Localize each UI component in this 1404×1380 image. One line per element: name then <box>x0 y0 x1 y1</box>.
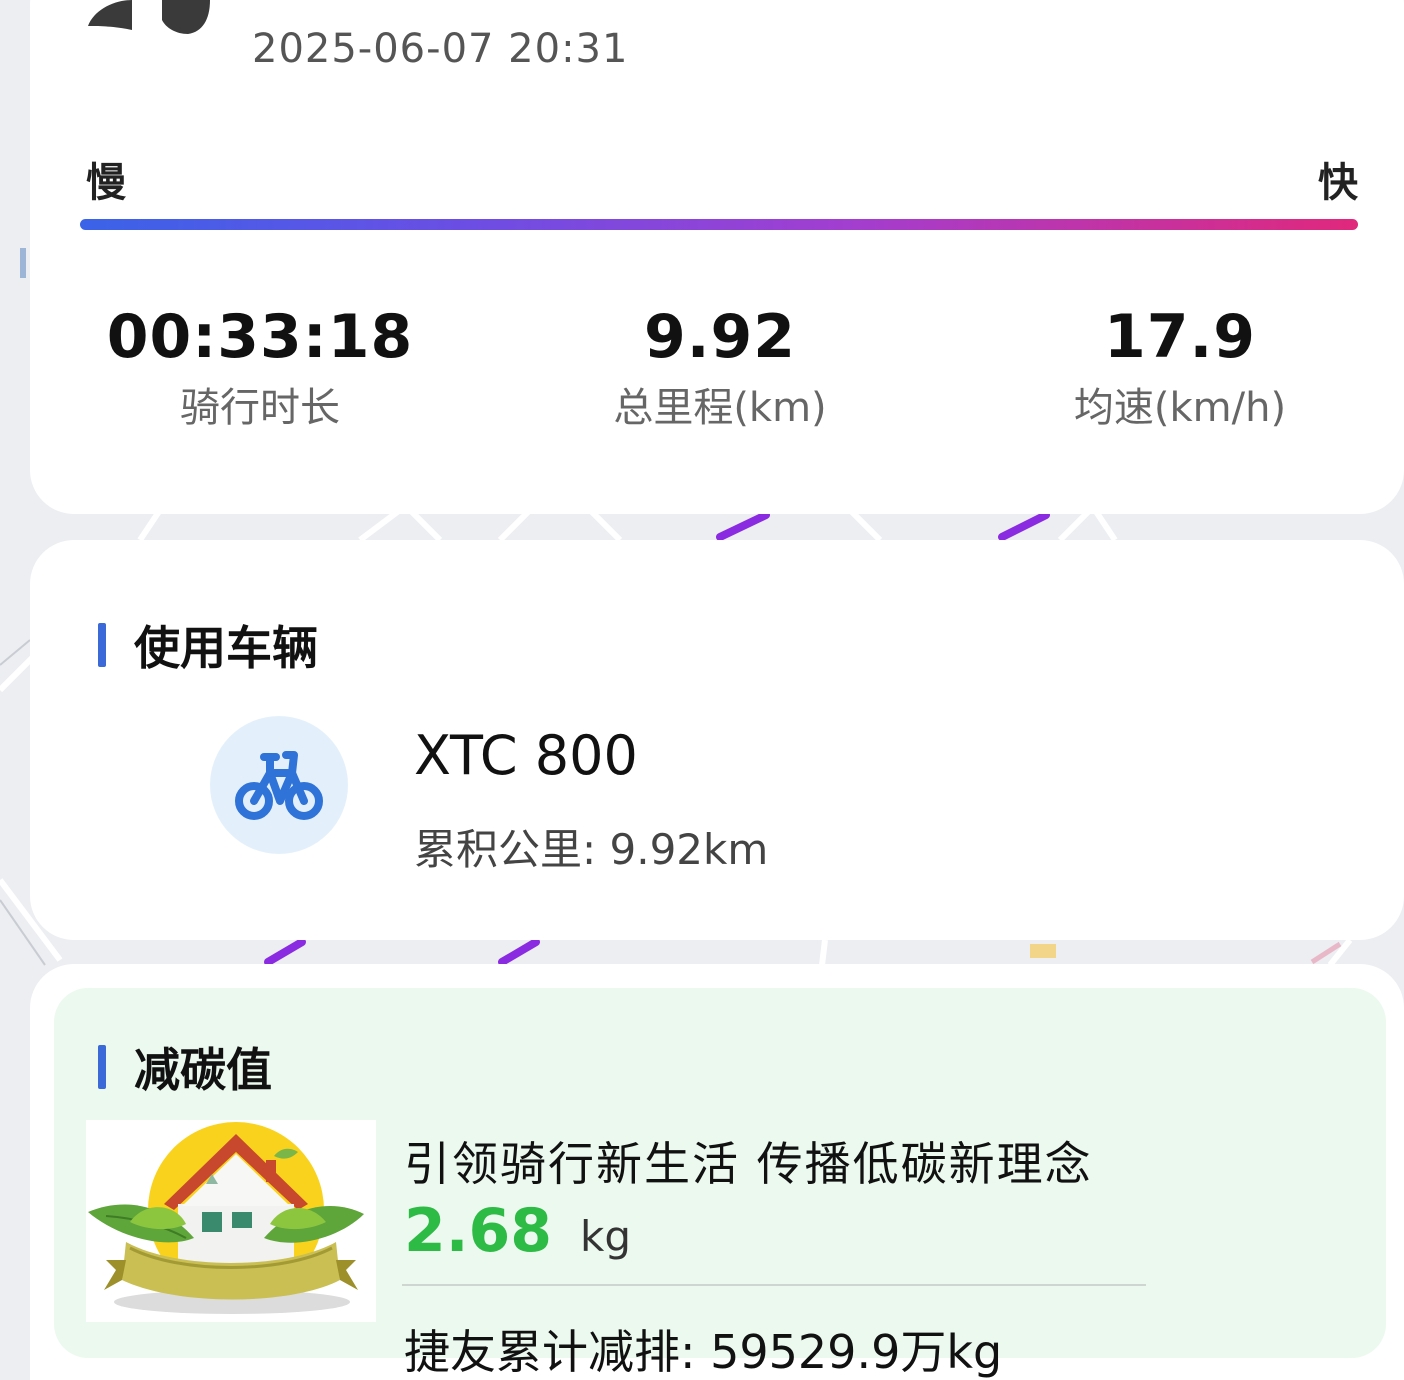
carbon-slogan: 引领骑行新生活 传播低碳新理念 <box>404 1137 1093 1191</box>
vehicle-section-header: 使用车辆 <box>98 612 318 678</box>
vehicle-mileage: 累积公里: 9.92km <box>414 825 769 874</box>
vehicle-avatar[interactable] <box>210 716 348 854</box>
carbon-amount: 2.68 <box>404 1196 553 1266</box>
bicycle-icon <box>235 751 323 820</box>
vehicle-section-title: 使用车辆 <box>134 621 318 675</box>
eco-house-icon <box>88 1122 364 1314</box>
avg-speed-value: 17.9 <box>1103 302 1257 372</box>
carbon-card: 减碳值 引领骑行新生活 传播低碳新理念 2.68 kg 捷友累计减排: 5952… <box>30 964 1404 1380</box>
carbon-total: 捷友累计减排: 59529.9万kg <box>404 1325 1003 1379</box>
avg-speed-label: 均速(km/h) <box>1073 385 1287 431</box>
distance-label: 总里程(km) <box>613 385 827 431</box>
divider <box>402 1284 1146 1286</box>
speed-slow-label: 慢 <box>86 160 126 206</box>
vehicle-card: 使用车辆 XTC 800 累积公里: 9.92km <box>30 540 1404 940</box>
carbon-section-header: 减碳值 <box>98 1034 272 1100</box>
distance-value: 9.92 <box>643 302 797 372</box>
stat-duration: 00:33:18 骑行时长 <box>50 300 470 436</box>
eco-house-image <box>86 1120 376 1322</box>
speed-gradient-bar <box>80 219 1358 230</box>
avatar[interactable] <box>84 0 210 34</box>
speed-fast-label: 快 <box>1318 160 1358 206</box>
carbon-value: 2.68 kg <box>404 1196 631 1266</box>
carbon-unit: kg <box>580 1212 632 1261</box>
ride-datetime: 2025-06-07 20:31 <box>252 26 629 72</box>
duration-value: 00:33:18 <box>106 302 414 372</box>
vehicle-name: XTC 800 <box>414 724 638 787</box>
carbon-section-title: 减碳值 <box>134 1043 272 1097</box>
duration-label: 骑行时长 <box>180 385 340 431</box>
section-accent-bar <box>98 1045 106 1089</box>
ride-summary-card: 2025-06-07 20:31 慢 快 00:33:18 骑行时长 9.92 … <box>30 0 1404 514</box>
stat-avg-speed: 17.9 均速(km/h) <box>970 300 1390 436</box>
stat-distance: 9.92 总里程(km) <box>510 300 930 436</box>
section-accent-bar <box>98 623 106 667</box>
